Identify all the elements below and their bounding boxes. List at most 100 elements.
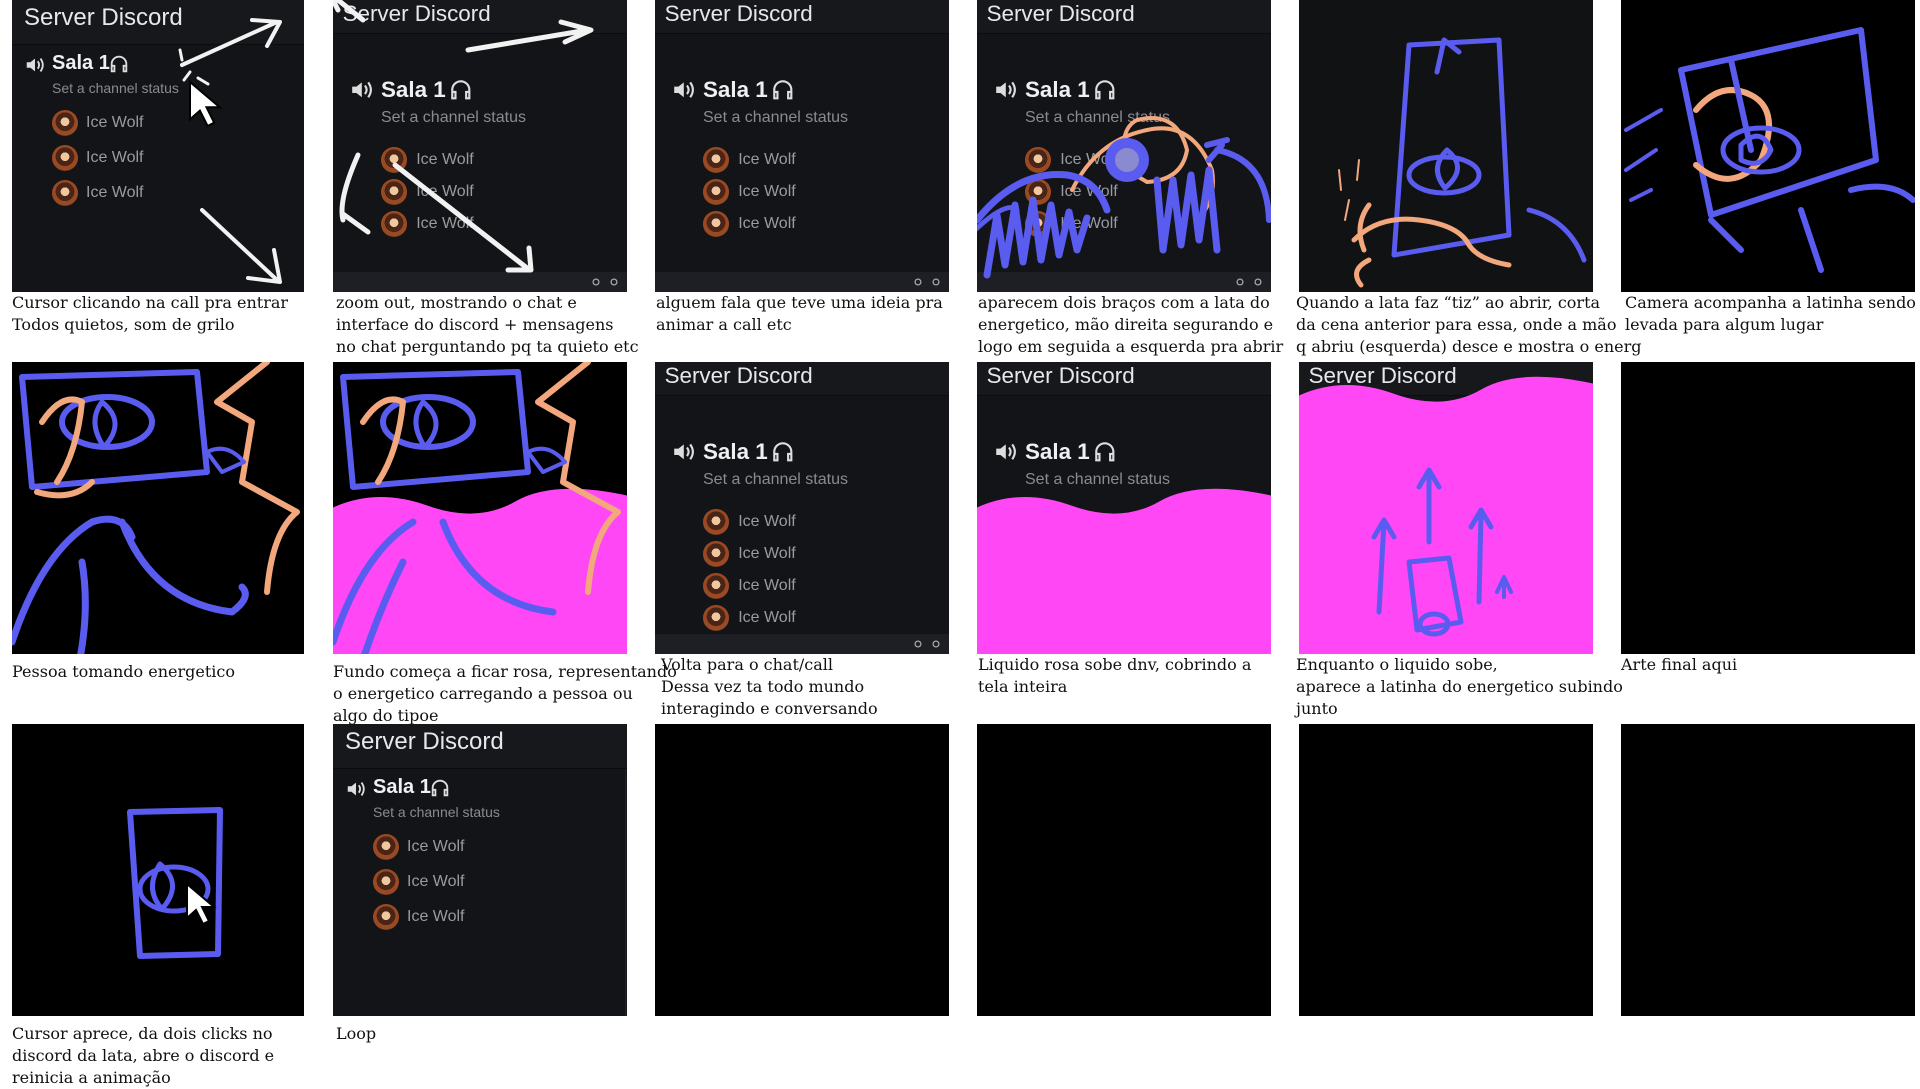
panel-caption: Cursor aprece, da dois clicks no discord… <box>12 1024 275 1087</box>
headphones-icon[interactable] <box>931 277 941 287</box>
speaker-icon <box>674 443 694 460</box>
voice-user[interactable]: Ice Wolf <box>703 541 796 567</box>
storyboard-panel-10: Server Discord Sala 1 Set a channel status… <box>977 362 1271 654</box>
storyboard-panel-8 <box>333 362 627 654</box>
voice-user-name: Ice Wolf <box>738 150 796 168</box>
sketch-stroke <box>200 208 282 284</box>
panel-caption: Fundo começa a ficar rosa, representando… <box>333 662 677 725</box>
panel-caption: Loop <box>336 1024 377 1043</box>
server-header: Server Discord <box>655 362 949 396</box>
discord-mockup: Server Discord Sala 1 Set a channel status… <box>333 724 627 1016</box>
voice-user[interactable]: Ice Wolf <box>703 605 796 631</box>
avatar <box>373 904 399 930</box>
voice-user-name: Ice Wolf <box>738 214 796 232</box>
sketch-overlay <box>333 362 627 654</box>
sketch-overlay <box>1624 27 1915 273</box>
storyboard-panel-1: Server Discord Sala 1 Set a channel status… <box>12 0 304 292</box>
storyboard-panel-15 <box>655 724 949 1016</box>
voice-user[interactable]: Ice Wolf <box>373 834 465 860</box>
panel-caption: Liquido rosa sobe dnv, cobrindo a tela i… <box>978 655 1252 696</box>
pink-liquid <box>977 488 1271 654</box>
mic-icon[interactable] <box>913 639 923 649</box>
voice-user-name: Ice Wolf <box>407 838 465 855</box>
can-tab <box>1115 148 1139 172</box>
storyboard-panel-9: Server Discord Sala 1 Set a channel status… <box>655 362 949 654</box>
sketch-overlay <box>178 18 282 284</box>
channel-sidebar <box>655 0 949 292</box>
sketch-stroke <box>333 0 366 23</box>
storyboard-panel-5 <box>1299 0 1593 292</box>
channel-status[interactable]: Set a channel status <box>373 804 500 820</box>
panel-caption: zoom out, mostrando o chat e interface d… <box>336 293 639 356</box>
avatar <box>703 573 729 599</box>
discord-mockup: Server Discord Sala 1 Set a channel status… <box>655 0 949 292</box>
sketch-overlay <box>1299 376 1593 654</box>
panel-caption: Arte final aqui <box>1621 655 1738 674</box>
voice-user[interactable]: Ice Wolf <box>703 211 796 237</box>
voice-controls-bar: Message #geral <box>655 272 949 292</box>
panel-caption: Enquanto o liquido sobe, aparece a latin… <box>1296 655 1623 718</box>
storyboard-panel-11: Server DiscordSala 1Set a channel status… <box>1299 362 1593 654</box>
voice-channel-name[interactable]: Sala 1 <box>373 776 431 799</box>
panel-caption: Volta para o chat/call Dessa vez ta todo… <box>661 655 878 718</box>
sketch-stroke <box>339 152 371 235</box>
panel-caption: Quando a lata faz “tiz” ao abrir, corta … <box>1296 293 1642 356</box>
voice-user-name: Ice Wolf <box>407 908 465 925</box>
headphones-icon[interactable] <box>931 639 941 649</box>
panel-caption: Cursor clicando na call pra entrar Todos… <box>12 293 289 334</box>
sketch-stroke <box>1153 166 1221 254</box>
sketch-stroke <box>526 446 567 474</box>
voice-user[interactable]: Ice Wolf <box>703 573 796 599</box>
storyboard-panel-18 <box>1621 724 1915 1016</box>
panel-caption: Camera acompanha a latinha sendo levada … <box>1625 293 1916 334</box>
sketch-stroke <box>1624 108 1663 202</box>
sketch-stroke <box>92 399 118 450</box>
voice-channel-name[interactable]: Sala 1 <box>703 77 768 103</box>
sketch-overlay <box>12 362 300 654</box>
voice-user[interactable]: Ice Wolf <box>703 509 796 535</box>
channel-status[interactable]: Set a channel status <box>703 471 848 489</box>
voice-user-name: Ice Wolf <box>738 608 796 626</box>
panel-caption: aparecem dois braços com a lata do energ… <box>978 293 1284 356</box>
voice-user[interactable]: Ice Wolf <box>373 904 465 930</box>
voice-controls-bar: Message #geral <box>655 634 949 654</box>
avatar <box>703 179 729 205</box>
sketch-stroke <box>977 171 1111 279</box>
panel-caption: Pessoa tomando energetico <box>12 662 235 681</box>
cursor-icon <box>189 79 223 128</box>
avatar <box>703 147 729 173</box>
voice-channel-name[interactable]: Sala 1 <box>703 439 768 465</box>
sketch-overlay <box>333 0 594 273</box>
storyboard-panel-14: Server Discord Sala 1 Set a channel status… <box>333 724 627 1016</box>
sketch-stroke <box>12 515 249 646</box>
mic-icon[interactable] <box>913 277 923 287</box>
panel-caption: alguem fala que teve uma ideia pra anima… <box>656 293 943 334</box>
discord-mockup: Server Discord Sala 1 Set a channel status… <box>655 362 949 654</box>
headphones-icon <box>773 442 793 462</box>
avatar <box>703 211 729 237</box>
storyboard-panel-17 <box>1299 724 1593 1016</box>
voice-user[interactable]: Ice Wolf <box>703 179 796 205</box>
sketch-overlay <box>127 807 223 959</box>
channel-status[interactable]: Set a channel status <box>703 109 848 127</box>
avatar <box>703 509 729 535</box>
sketch-overlay <box>1299 0 1593 292</box>
sketch-overlay <box>977 116 1271 279</box>
voice-user-name: Ice Wolf <box>738 512 796 530</box>
voice-user-name: Ice Wolf <box>407 873 465 890</box>
voice-user[interactable]: Ice Wolf <box>373 869 465 895</box>
sketch-stroke <box>214 362 300 595</box>
storyboard-panel-16 <box>977 724 1271 1016</box>
sketch-stroke <box>180 18 282 67</box>
voice-user[interactable]: Ice Wolf <box>703 147 796 173</box>
storyboard-panel-2: Server Discord Sala 1 Set a channel status… <box>333 0 627 292</box>
storyboard-panel-12 <box>1621 362 1915 654</box>
sketch-stroke <box>413 399 439 450</box>
sketch-stroke <box>465 19 594 53</box>
speaker-icon <box>347 782 365 796</box>
voice-user-name: Ice Wolf <box>738 576 796 594</box>
sketch-stroke <box>1848 183 1915 203</box>
avatar <box>373 869 399 895</box>
channel-sidebar <box>655 362 949 654</box>
sketch-stroke <box>392 162 534 273</box>
